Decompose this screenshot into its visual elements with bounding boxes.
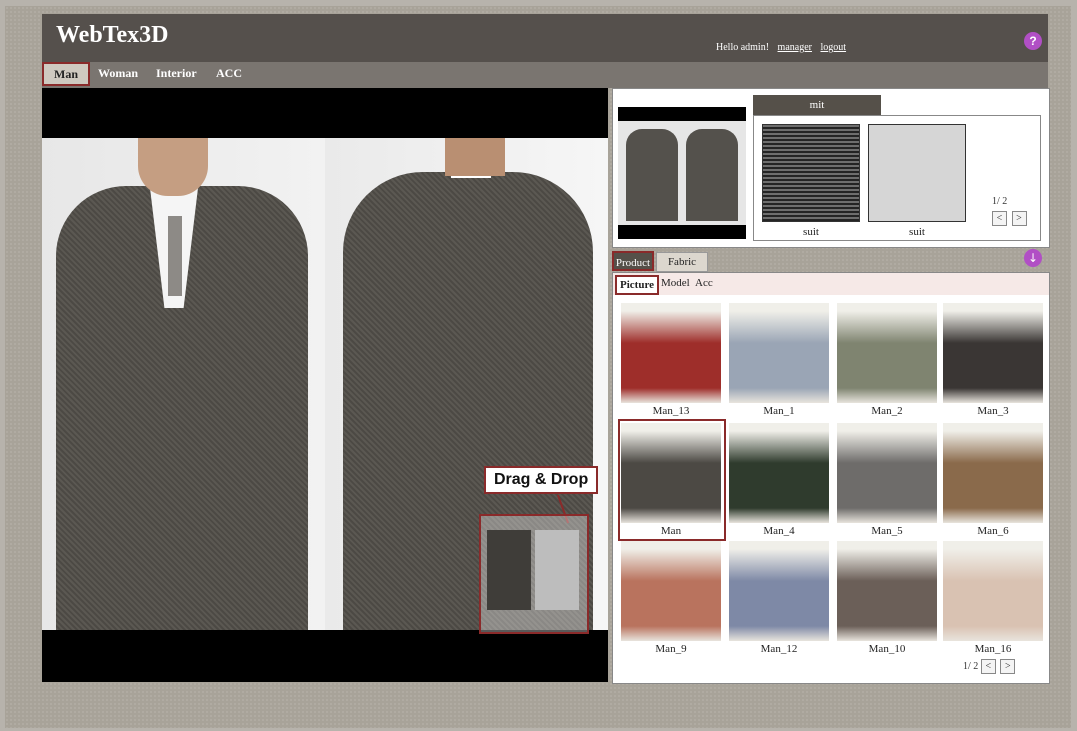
product-prev-button[interactable]: < bbox=[980, 659, 996, 674]
preview-canvas[interactable]: Drag & Drop bbox=[42, 88, 608, 682]
product-page-count: 1/ 2 bbox=[963, 661, 979, 672]
fabric-swatch[interactable] bbox=[762, 124, 860, 222]
main-nav: Man Woman Interior ACC bbox=[42, 62, 1048, 88]
product-label: Man_16 bbox=[974, 643, 1012, 655]
product-thumbnail[interactable] bbox=[621, 541, 721, 641]
product-thumbnail[interactable] bbox=[943, 423, 1043, 523]
fabric-pager: 1/ 2 < > bbox=[992, 196, 1029, 226]
fabric-page-count: 1/ 2 bbox=[992, 196, 1008, 207]
product-thumbnail[interactable] bbox=[837, 423, 937, 523]
product-thumbnail[interactable] bbox=[621, 303, 721, 403]
swatch-label: suit bbox=[803, 226, 819, 238]
product-label: Man_1 bbox=[763, 405, 795, 417]
fabric-swatch[interactable] bbox=[868, 124, 966, 222]
subtab-acc[interactable]: Acc bbox=[695, 277, 713, 289]
product-label: Man_13 bbox=[652, 405, 690, 417]
product-thumbnail[interactable] bbox=[729, 303, 829, 403]
manager-link[interactable]: manager bbox=[778, 42, 812, 53]
header-bar: WebTex3D Hello admin! manager logout ? bbox=[42, 14, 1048, 62]
selected-product-thumbnail[interactable] bbox=[618, 107, 746, 239]
nav-item-interior[interactable]: Interior bbox=[156, 66, 197, 81]
product-label: Man_6 bbox=[977, 525, 1009, 537]
selected-product-highlight bbox=[618, 419, 726, 541]
prev-page-button[interactable]: < bbox=[992, 211, 1007, 226]
nav-item-woman[interactable]: Woman bbox=[98, 66, 138, 81]
greeting-text: Hello admin! bbox=[716, 42, 770, 53]
product-label: Man_12 bbox=[760, 643, 798, 655]
product-label: Man_10 bbox=[868, 643, 906, 655]
drag-drop-label: Drag & Drop bbox=[484, 466, 599, 494]
product-subtabs: Picture Model Acc bbox=[613, 273, 1049, 295]
fabric-swatch-box: suit suit 1/ 2 < > bbox=[753, 115, 1041, 241]
product-thumbnail[interactable] bbox=[943, 541, 1043, 641]
product-label: Man_9 bbox=[655, 643, 687, 655]
product-thumbnail[interactable] bbox=[943, 303, 1043, 403]
help-icon[interactable]: ? bbox=[1024, 32, 1042, 50]
download-icon[interactable]: ↓ bbox=[1024, 249, 1042, 267]
tab-mit[interactable]: mit bbox=[753, 95, 881, 115]
product-next-button[interactable]: > bbox=[1000, 659, 1016, 674]
subtab-picture[interactable]: Picture bbox=[615, 275, 660, 295]
user-greeting: Hello admin! manager logout bbox=[716, 42, 846, 53]
product-pager: 1/ 2 < > bbox=[963, 659, 1017, 674]
product-thumbnail[interactable] bbox=[837, 541, 937, 641]
app-logo: WebTex3D bbox=[56, 22, 169, 48]
product-thumbnail[interactable] bbox=[837, 303, 937, 403]
product-label: Man_4 bbox=[763, 525, 795, 537]
swatch-label: suit bbox=[909, 226, 925, 238]
product-label: Man_3 bbox=[977, 405, 1009, 417]
logout-link[interactable]: logout bbox=[820, 42, 846, 53]
product-thumbnail[interactable] bbox=[729, 423, 829, 523]
nav-item-man[interactable]: Man bbox=[42, 62, 90, 86]
product-label: Man_5 bbox=[871, 525, 903, 537]
front-view-image bbox=[42, 138, 325, 630]
nav-item-acc[interactable]: ACC bbox=[216, 66, 242, 81]
tab-product[interactable]: Product bbox=[612, 251, 654, 271]
product-thumbnail[interactable] bbox=[729, 541, 829, 641]
fabric-panel: mit suit suit 1/ 2 < > bbox=[612, 88, 1050, 248]
product-panel: Picture Model Acc Man_13 Man_1 Man_2 Man_3 M… bbox=[612, 272, 1050, 684]
next-page-button[interactable]: > bbox=[1011, 211, 1027, 226]
dragged-thumbnail[interactable] bbox=[479, 514, 589, 634]
subtab-model[interactable]: Model bbox=[661, 277, 690, 289]
product-label: Man_2 bbox=[871, 405, 903, 417]
tab-fabric[interactable]: Fabric bbox=[656, 252, 708, 272]
